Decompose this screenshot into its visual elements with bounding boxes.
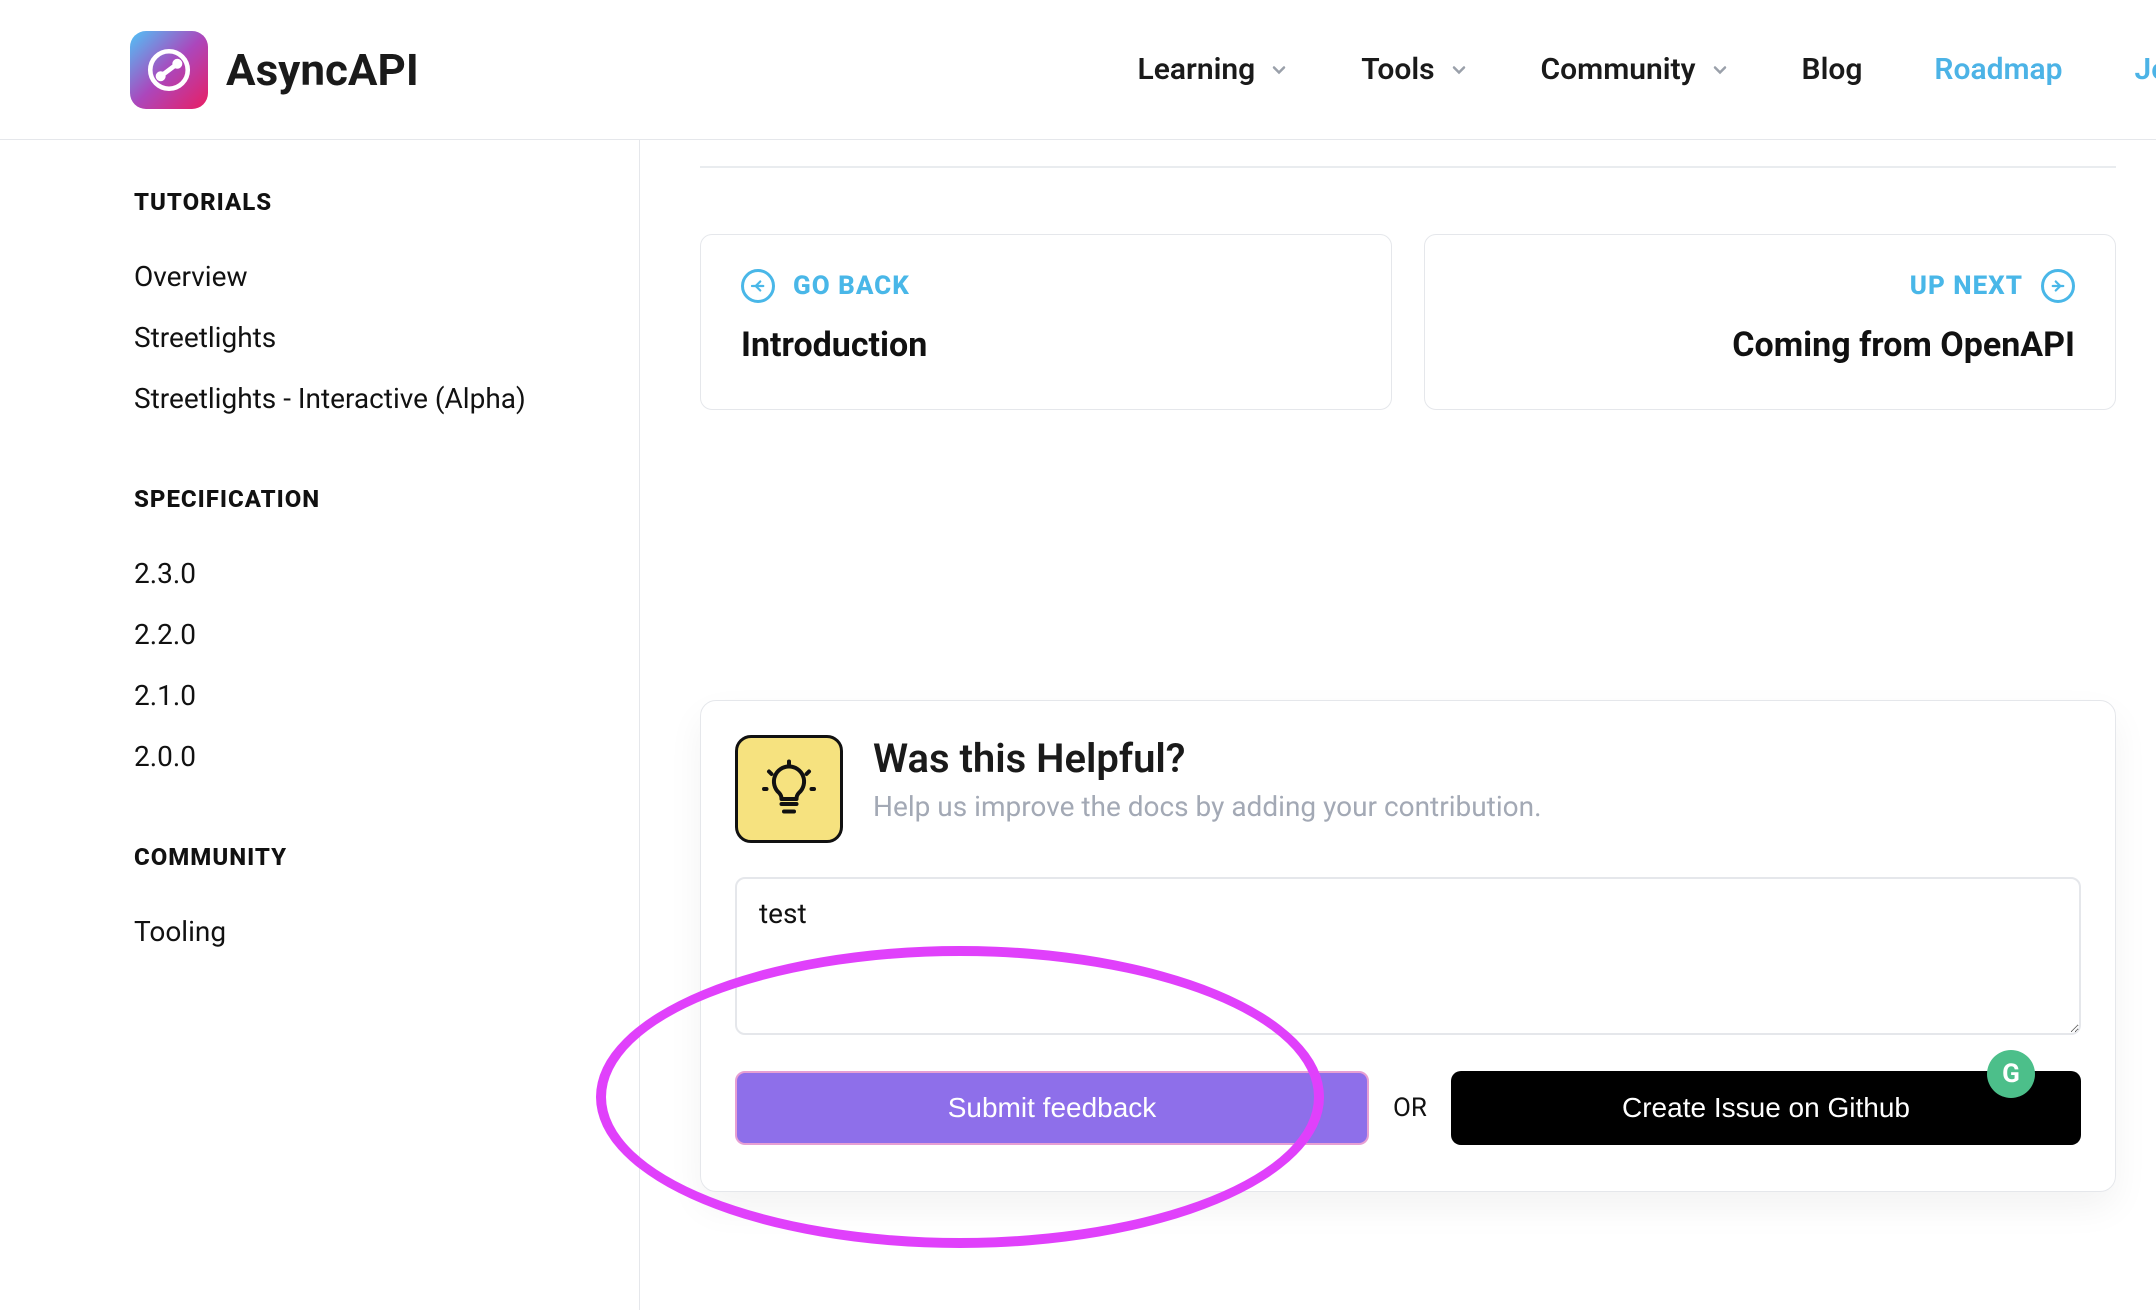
sidebar: TUTORIALS Overview Streetlights Streetli…	[0, 140, 640, 1310]
chevron-down-icon	[1449, 60, 1469, 80]
chevron-down-icon	[1710, 60, 1730, 80]
feedback-heading-text: Was this Helpful? Help us improve the do…	[873, 735, 1541, 843]
feedback-subtitle: Help us improve the docs by adding your …	[873, 790, 1541, 823]
arrow-left-icon	[741, 269, 775, 303]
sidebar-item-210[interactable]: 2.1.0	[134, 665, 599, 726]
kicker-label: GO BACK	[793, 271, 910, 301]
nav-item-roadmap[interactable]: Roadmap	[1934, 52, 2062, 87]
sidebar-item-streetlights-interactive[interactable]: Streetlights - Interactive (Alpha)	[134, 368, 599, 429]
kicker-label: UP NEXT	[1910, 271, 2023, 301]
side-heading: SPECIFICATION	[134, 485, 599, 513]
sidebar-item-230[interactable]: 2.3.0	[134, 543, 599, 604]
feedback-panel: Was this Helpful? Help us improve the do…	[700, 700, 2116, 1192]
nav-item-learning[interactable]: Learning	[1138, 52, 1290, 87]
up-next-card[interactable]: UP NEXT Coming from OpenAPI	[1424, 234, 2116, 410]
sidebar-item-tooling[interactable]: Tooling	[134, 901, 599, 962]
sidebar-item-200[interactable]: 2.0.0	[134, 726, 599, 787]
nav-label: Community	[1541, 52, 1696, 87]
nav-label: Roadmap	[1934, 52, 2062, 87]
nav-item-jobs-clipped[interactable]: Jol	[2135, 52, 2156, 87]
up-next-kicker: UP NEXT	[1465, 269, 2075, 303]
nav-item-blog[interactable]: Blog	[1802, 52, 1863, 87]
go-back-card[interactable]: GO BACK Introduction	[700, 234, 1392, 410]
sidebar-item-overview[interactable]: Overview	[134, 246, 599, 307]
sidebar-item-streetlights[interactable]: Streetlights	[134, 307, 599, 368]
nav-label: Jol	[2135, 52, 2156, 87]
nav-item-tools[interactable]: Tools	[1361, 52, 1468, 87]
side-heading: TUTORIALS	[134, 188, 599, 216]
arrow-right-icon	[2041, 269, 2075, 303]
lightbulb-icon	[735, 735, 843, 843]
main-content: GO BACK Introduction UP NEXT Coming from…	[640, 140, 2156, 1310]
feedback-header: Was this Helpful? Help us improve the do…	[735, 735, 2081, 843]
nav-label: Learning	[1138, 52, 1256, 87]
top-nav: Learning Tools Community Blog Roadmap Jo…	[1138, 52, 2156, 87]
chevron-down-icon	[1269, 60, 1289, 80]
or-label: OR	[1393, 1093, 1427, 1123]
side-section-community: COMMUNITY Tooling	[134, 843, 599, 962]
content-divider	[700, 166, 2116, 168]
side-heading: COMMUNITY	[134, 843, 599, 871]
side-section-tutorials: TUTORIALS Overview Streetlights Streetli…	[134, 188, 599, 429]
feedback-textarea[interactable]	[735, 877, 2081, 1035]
grammarly-badge-icon[interactable]: G	[1987, 1050, 2035, 1098]
go-back-kicker: GO BACK	[741, 269, 1351, 303]
submit-feedback-button[interactable]: Submit feedback	[735, 1071, 1369, 1145]
nav-label: Tools	[1361, 52, 1434, 87]
sidebar-item-220[interactable]: 2.2.0	[134, 604, 599, 665]
up-next-title: Coming from OpenAPI	[1465, 325, 2075, 365]
feedback-title: Was this Helpful?	[873, 735, 1541, 782]
top-header: AsyncAPI Learning Tools Community Blog R…	[0, 0, 2156, 140]
brand[interactable]: AsyncAPI	[130, 31, 419, 109]
go-back-title: Introduction	[741, 325, 1351, 365]
brand-name: AsyncAPI	[226, 44, 419, 96]
side-section-specification: SPECIFICATION 2.3.0 2.2.0 2.1.0 2.0.0	[134, 485, 599, 787]
paging-cards: GO BACK Introduction UP NEXT Coming from…	[700, 234, 2116, 410]
create-github-issue-button[interactable]: Create Issue on Github	[1451, 1071, 2081, 1145]
nav-item-community[interactable]: Community	[1541, 52, 1730, 87]
nav-label: Blog	[1802, 52, 1863, 87]
brand-logo-icon	[130, 31, 208, 109]
main-layout: TUTORIALS Overview Streetlights Streetli…	[0, 140, 2156, 1310]
feedback-actions: Submit feedback OR Create Issue on Githu…	[735, 1071, 2081, 1145]
